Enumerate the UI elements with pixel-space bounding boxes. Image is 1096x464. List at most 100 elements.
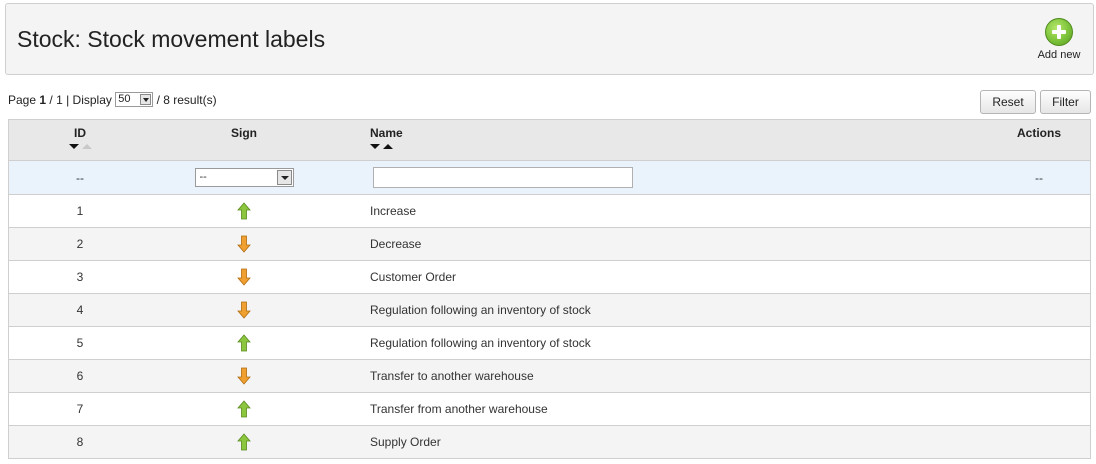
row-name-cell: Regulation following an inventory of sto… xyxy=(370,327,970,359)
row-actions-cell xyxy=(989,360,1089,392)
sort-asc-icon[interactable] xyxy=(383,144,393,149)
row-actions-cell xyxy=(989,195,1089,227)
current-page: 1 xyxy=(39,93,47,107)
table-row[interactable]: 2 Decrease xyxy=(9,228,1090,261)
table-body: 1 Increase 2 Decrease 3 Customer Order 4 Regula… xyxy=(9,195,1090,459)
down-arrow-icon xyxy=(237,301,251,319)
reset-button[interactable]: Reset xyxy=(980,90,1036,114)
filter-actions: -- xyxy=(989,161,1089,194)
filter-name xyxy=(370,161,970,194)
chevron-down-icon[interactable] xyxy=(276,170,292,185)
row-name: Transfer to another warehouse xyxy=(370,369,534,383)
total-pages: / 1 xyxy=(49,93,63,107)
filter-sign: -- xyxy=(151,161,337,194)
filter-row: -- -- -- xyxy=(9,161,1090,195)
row-name-cell: Regulation following an inventory of sto… xyxy=(370,294,970,326)
results-count: / 8 result(s) xyxy=(156,93,217,107)
filter-actions-value: -- xyxy=(1035,170,1043,185)
table-row[interactable]: 5 Regulation following an inventory of st… xyxy=(9,327,1090,360)
up-arrow-icon xyxy=(237,202,251,220)
table-header: ID Sign Name Actions xyxy=(9,120,1090,161)
row-actions-cell xyxy=(989,261,1089,293)
row-sign-cell xyxy=(151,261,337,293)
column-sign-label: Sign xyxy=(231,126,257,140)
sort-controls-id xyxy=(68,144,92,149)
row-sign-cell xyxy=(151,393,337,425)
column-id-label: ID xyxy=(74,126,86,140)
plus-icon xyxy=(1045,18,1073,46)
pagination: Page 1 / 1 | Display 50 / 8 result(s) xyxy=(8,92,217,108)
add-new-label: Add new xyxy=(1037,49,1081,61)
row-id-cell: 4 xyxy=(9,294,151,326)
sign-filter-select[interactable]: -- xyxy=(194,168,294,187)
down-arrow-icon xyxy=(237,235,251,253)
row-name: Regulation following an inventory of sto… xyxy=(370,303,591,317)
chevron-down-icon[interactable] xyxy=(140,94,152,106)
up-arrow-icon xyxy=(237,433,251,451)
sort-desc-icon[interactable] xyxy=(68,144,79,149)
name-filter-input[interactable] xyxy=(373,167,633,188)
row-name: Customer Order xyxy=(370,270,457,284)
down-arrow-icon xyxy=(237,268,251,286)
column-id: ID xyxy=(9,120,151,160)
row-id: 1 xyxy=(76,204,84,218)
table-row[interactable]: 1 Increase xyxy=(9,195,1090,228)
sort-controls-name xyxy=(370,144,393,149)
row-id: 3 xyxy=(76,270,84,284)
table-row[interactable]: 6 Transfer to another warehouse xyxy=(9,360,1090,393)
row-id: 4 xyxy=(76,303,84,317)
row-name-cell: Decrease xyxy=(370,228,970,260)
add-new-button[interactable]: Add new xyxy=(1034,18,1084,61)
up-arrow-icon xyxy=(237,400,251,418)
row-id: 6 xyxy=(76,369,84,383)
sort-desc-icon[interactable] xyxy=(370,144,380,149)
display-label: | Display xyxy=(66,93,112,107)
row-name: Decrease xyxy=(370,237,422,251)
column-actions-label: Actions xyxy=(1016,126,1061,140)
row-id: 8 xyxy=(76,435,84,449)
per-page-value: 50 xyxy=(118,93,131,106)
table-row[interactable]: 4 Regulation following an inventory of st… xyxy=(9,294,1090,327)
row-name: Regulation following an inventory of sto… xyxy=(370,336,591,350)
row-actions-cell xyxy=(989,393,1089,425)
row-sign-cell xyxy=(151,426,337,458)
row-actions-cell xyxy=(989,228,1089,260)
row-sign-cell xyxy=(151,294,337,326)
row-name: Increase xyxy=(370,204,417,218)
sort-asc-icon[interactable] xyxy=(81,144,92,149)
row-sign-cell xyxy=(151,327,337,359)
filter-button[interactable]: Filter xyxy=(1040,90,1091,114)
row-id-cell: 2 xyxy=(9,228,151,260)
table-row[interactable]: 3 Customer Order xyxy=(9,261,1090,294)
row-name: Supply Order xyxy=(370,435,441,449)
column-name-label: Name xyxy=(370,126,403,140)
row-sign-cell xyxy=(151,360,337,392)
row-name-cell: Supply Order xyxy=(370,426,970,458)
row-actions-cell xyxy=(989,426,1089,458)
row-id-cell: 5 xyxy=(9,327,151,359)
page-title: Stock: Stock movement labels xyxy=(17,26,326,52)
row-id-cell: 6 xyxy=(9,360,151,392)
row-id-cell: 7 xyxy=(9,393,151,425)
row-name-cell: Transfer to another warehouse xyxy=(370,360,970,392)
row-sign-cell xyxy=(151,228,337,260)
row-sign-cell xyxy=(151,195,337,227)
per-page-select[interactable]: 50 xyxy=(115,92,154,108)
row-name-cell: Customer Order xyxy=(370,261,970,293)
column-name: Name xyxy=(370,120,970,160)
up-arrow-icon xyxy=(237,334,251,352)
row-id-cell: 3 xyxy=(9,261,151,293)
row-id-cell: 1 xyxy=(9,195,151,227)
filter-id: -- xyxy=(9,161,151,194)
row-name-cell: Transfer from another warehouse xyxy=(370,393,970,425)
data-table: ID Sign Name Actions -- -- -- 1 Increase… xyxy=(8,119,1091,459)
row-id: 5 xyxy=(76,336,84,350)
row-name: Transfer from another warehouse xyxy=(370,402,548,416)
table-row[interactable]: 8 Supply Order xyxy=(9,426,1090,459)
table-row[interactable]: 7 Transfer from another warehouse xyxy=(9,393,1090,426)
row-id-cell: 8 xyxy=(9,426,151,458)
column-sign: Sign xyxy=(151,120,337,160)
down-arrow-icon xyxy=(237,367,251,385)
row-name-cell: Increase xyxy=(370,195,970,227)
page-label: Page xyxy=(8,93,37,107)
